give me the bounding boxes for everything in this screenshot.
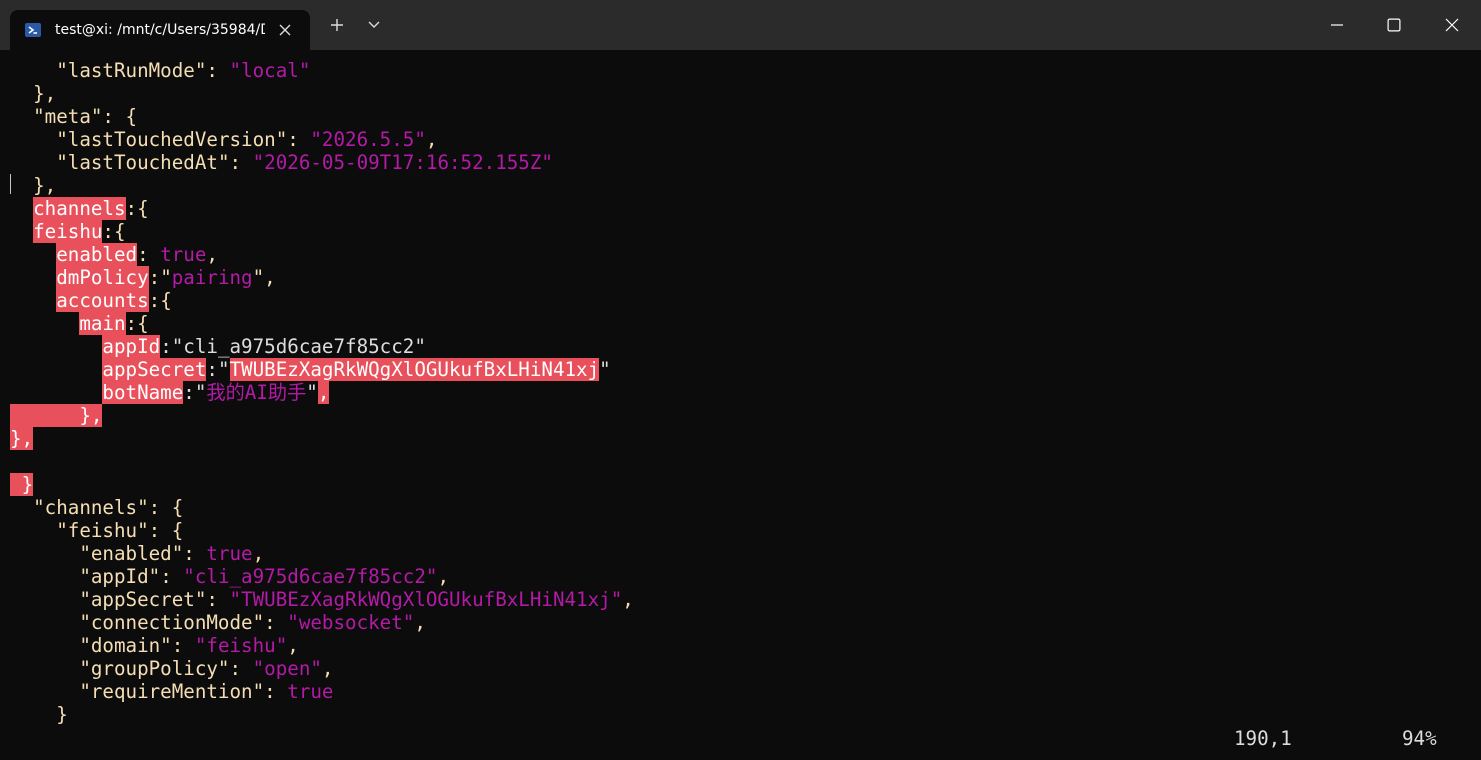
editor-line: main:{ bbox=[79, 312, 149, 335]
text-cursor bbox=[10, 174, 11, 194]
terminal-body[interactable]: "lastRunMode": "local" }, "meta": { "las… bbox=[0, 58, 1481, 760]
editor-line: "appId": "cli_a975d6cae7f85cc2", bbox=[79, 565, 450, 588]
powershell-icon bbox=[24, 21, 42, 39]
editor-line: appSecret:"TWUBEzXagRkWQgXlOGUkufBxLHiN4… bbox=[102, 358, 611, 381]
editor-line: channels:{ bbox=[33, 197, 149, 220]
editor-line: "lastTouchedAt": "2026-05-09T17:16:52.15… bbox=[56, 151, 553, 174]
scroll-percent: 94% bbox=[1402, 727, 1437, 750]
cursor-position: 190,1 bbox=[1234, 727, 1292, 750]
editor-line: botName:"我的AI助手", bbox=[102, 381, 330, 404]
editor-line: accounts:{ bbox=[56, 289, 172, 312]
editor-line: feishu:{ bbox=[33, 220, 126, 243]
title-bar: test@xi: /mnt/c/Users/35984/Desktop bbox=[0, 0, 1481, 50]
editor-line: appId:"cli_a975d6cae7f85cc2" bbox=[102, 335, 426, 358]
editor-line: "groupPolicy": "open", bbox=[79, 657, 334, 680]
editor-line: "appSecret": "TWUBEzXagRkWQgXlOGUkufBxLH… bbox=[79, 588, 634, 611]
minimize-icon[interactable] bbox=[1314, 8, 1360, 42]
editor-line: dmPolicy:"pairing", bbox=[56, 266, 276, 289]
editor-line: "channels": { bbox=[33, 496, 184, 519]
maximize-icon[interactable] bbox=[1371, 8, 1417, 42]
editor-line: }, bbox=[33, 174, 57, 197]
window-close-icon[interactable] bbox=[1429, 8, 1475, 42]
editor-line: "requireMention": true bbox=[79, 680, 334, 703]
editor-line: }, bbox=[10, 427, 34, 450]
editor-line: "lastTouchedVersion": "2026.5.5", bbox=[56, 128, 438, 151]
plus-icon[interactable] bbox=[326, 14, 348, 36]
terminal-tab[interactable]: test@xi: /mnt/c/Users/35984/Desktop bbox=[10, 10, 310, 50]
editor-line: "meta": { bbox=[33, 105, 138, 128]
editor-line: "lastRunMode": "local" bbox=[56, 59, 311, 82]
editor-line: } bbox=[56, 703, 68, 726]
editor-line: } bbox=[10, 473, 34, 496]
editor-line: enabled: true, bbox=[56, 243, 218, 266]
editor-line: }, bbox=[10, 404, 103, 427]
editor-line: "enabled": true, bbox=[79, 542, 265, 565]
close-icon[interactable] bbox=[274, 19, 296, 41]
tab-title: test@xi: /mnt/c/Users/35984/Desktop bbox=[55, 22, 265, 38]
editor-line: "feishu": { bbox=[56, 519, 184, 542]
editor-line: }, bbox=[33, 82, 57, 105]
chevron-down-icon[interactable] bbox=[363, 14, 385, 36]
editor-line: "connectionMode": "websocket", bbox=[79, 611, 426, 634]
editor-line: "domain": "feishu", bbox=[79, 634, 299, 657]
